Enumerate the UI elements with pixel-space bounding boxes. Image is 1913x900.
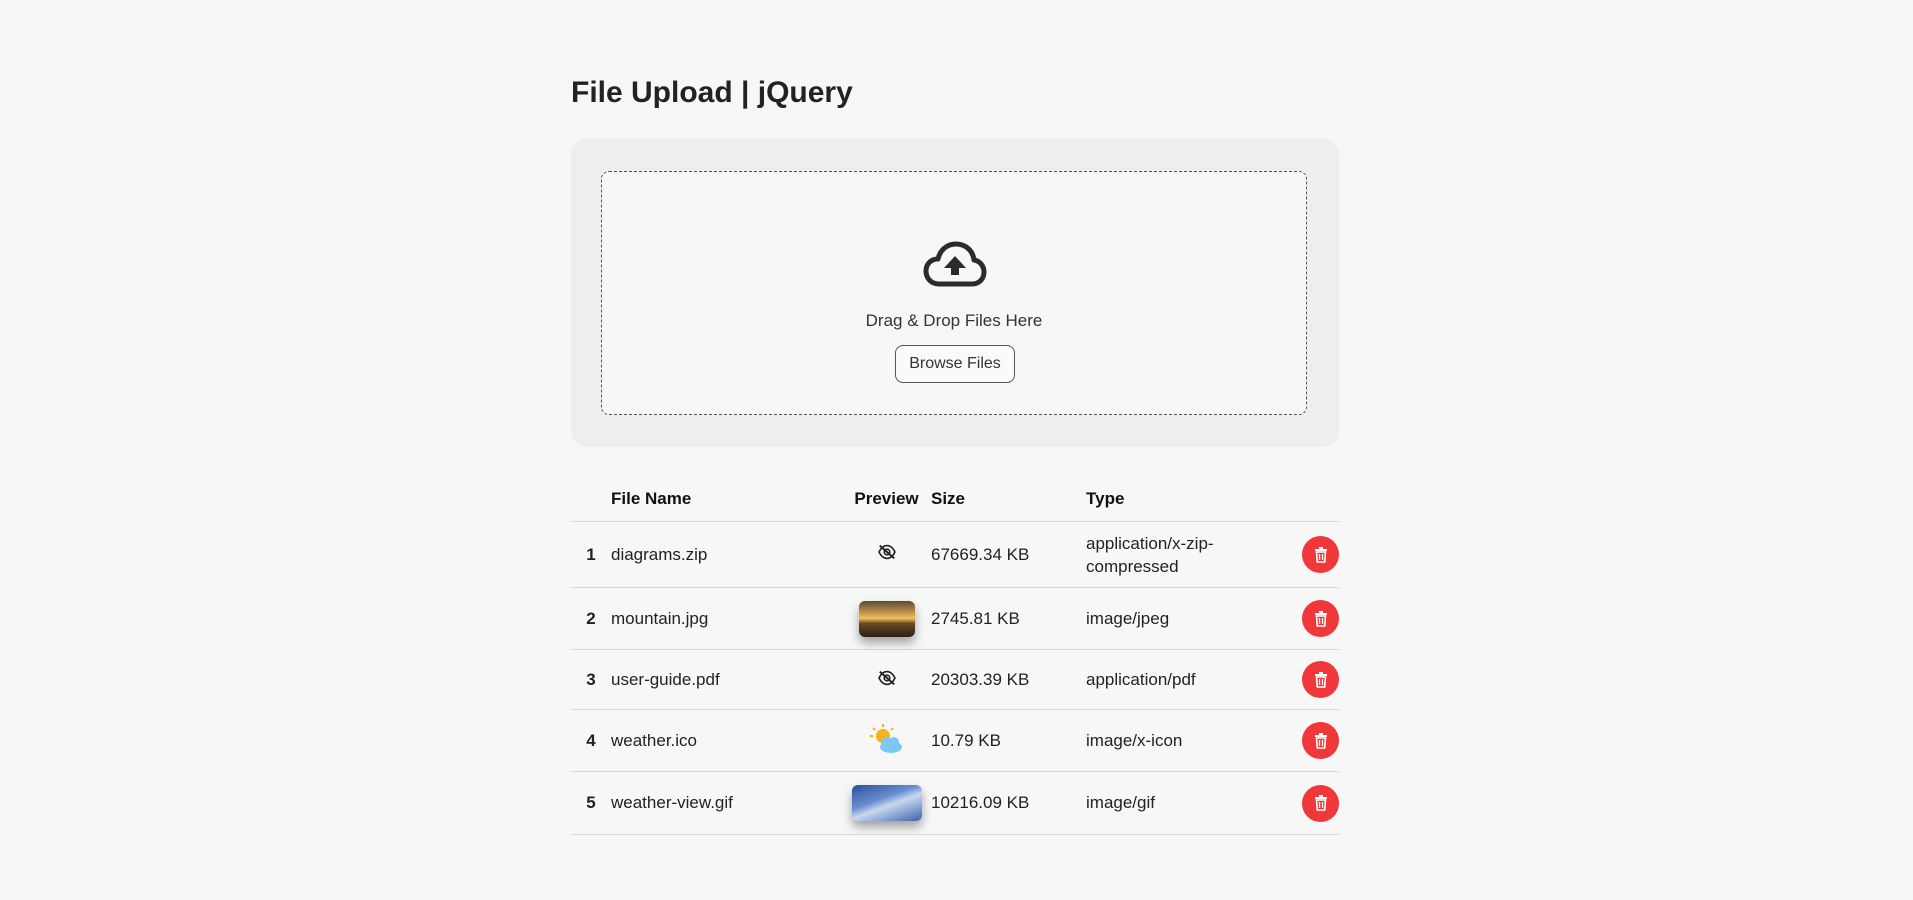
file-name: user-guide.pdf [611, 649, 842, 710]
file-type: image/jpeg [1086, 587, 1282, 650]
row-number: 1 [571, 521, 611, 588]
file-type: application/x-zip-compressed [1086, 521, 1282, 588]
header-size: Size [931, 473, 1086, 522]
header-file-name: File Name [611, 473, 842, 522]
row-number: 4 [571, 709, 611, 772]
header-number [571, 473, 611, 522]
weather-view-thumbnail [851, 785, 922, 821]
delete-button[interactable] [1302, 661, 1339, 698]
action-cell [1282, 649, 1339, 710]
table-row: 1 diagrams.zip 67669.34 KB application/x… [571, 521, 1339, 588]
row-number: 2 [571, 587, 611, 650]
file-name: weather.ico [611, 709, 842, 772]
table-row: 2 mountain.jpg 2745.81 KB image/jpeg [571, 587, 1339, 650]
trash-icon [1314, 546, 1327, 563]
file-type-text: application/x-zip-compressed [1086, 533, 1214, 576]
browse-files-button[interactable]: Browse Files [895, 345, 1015, 383]
cloud-upload-icon [923, 241, 987, 287]
file-size: 67669.34 KB [931, 521, 1086, 588]
eye-slash-icon [877, 544, 896, 560]
file-size: 10.79 KB [931, 709, 1086, 772]
table-row: 5 weather-view.gif 10216.09 KB image/gif [571, 771, 1339, 835]
table-header-row: File Name Preview Size Type [571, 473, 1339, 522]
delete-button[interactable] [1302, 536, 1339, 573]
drop-zone[interactable]: Drag & Drop Files Here OR Browse Files [601, 171, 1307, 415]
file-name: diagrams.zip [611, 521, 842, 588]
page-title: File Upload | jQuery [571, 76, 853, 109]
action-cell [1282, 587, 1339, 650]
file-size: 10216.09 KB [931, 771, 1086, 835]
file-size: 2745.81 KB [931, 587, 1086, 650]
preview-cell [842, 649, 931, 710]
trash-icon [1314, 671, 1327, 688]
file-type: image/gif [1086, 771, 1282, 835]
preview-cell [842, 521, 931, 588]
action-cell [1282, 709, 1339, 772]
drop-instructions: Drag & Drop Files Here [865, 311, 1043, 330]
eye-slash-icon [877, 670, 896, 686]
preview-cell [842, 709, 931, 772]
action-cell [1282, 771, 1339, 835]
table-row: 3 user-guide.pdf 20303.39 KB application… [571, 649, 1339, 710]
file-name: weather-view.gif [611, 771, 842, 835]
trash-icon [1314, 610, 1327, 627]
preview-cell [842, 771, 931, 835]
file-size: 20303.39 KB [931, 649, 1086, 710]
row-number: 5 [571, 771, 611, 835]
file-name: mountain.jpg [611, 587, 842, 650]
header-action [1282, 473, 1339, 522]
delete-button[interactable] [1302, 722, 1339, 759]
file-type: application/pdf [1086, 649, 1282, 710]
table-row: 4 weather.ico 10.79 KB image/x-icon [571, 709, 1339, 772]
header-preview: Preview [842, 473, 931, 522]
trash-icon [1314, 732, 1327, 749]
delete-button[interactable] [1302, 600, 1339, 637]
action-cell [1282, 521, 1339, 588]
file-table: File Name Preview Size Type 1 diagrams.z… [571, 473, 1339, 835]
file-type: image/x-icon [1086, 709, 1282, 772]
row-number: 3 [571, 649, 611, 710]
preview-cell [842, 587, 931, 650]
weather-thumbnail [869, 723, 902, 753]
mountain-thumbnail [858, 600, 915, 637]
delete-button[interactable] [1302, 784, 1339, 822]
header-type: Type [1086, 473, 1282, 522]
trash-icon [1314, 795, 1327, 811]
upload-panel: Drag & Drop Files Here OR Browse Files [571, 139, 1339, 447]
